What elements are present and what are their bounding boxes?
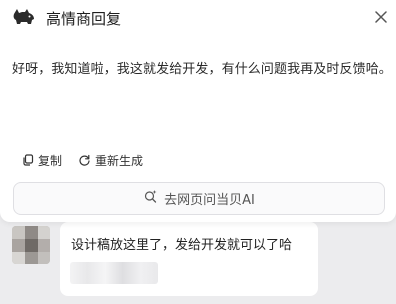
sparkle-search-icon bbox=[143, 189, 158, 208]
pig-logo-icon bbox=[12, 7, 36, 29]
screen: 设计稿放这里了，发给开发就可以了哈 高情商回复 好呀，我知道啦，我这就发给开发，… bbox=[0, 0, 396, 304]
copy-label: 复制 bbox=[38, 153, 63, 168]
panel-header: 高情商回复 bbox=[0, 0, 396, 36]
close-icon[interactable] bbox=[370, 6, 392, 28]
blurred-content bbox=[70, 262, 158, 284]
avatar[interactable] bbox=[12, 226, 50, 264]
copy-button[interactable]: 复制 bbox=[22, 151, 62, 169]
ask-ai-label: 去网页问当贝AI bbox=[164, 193, 255, 208]
ask-ai-button[interactable]: 去网页问当贝AI bbox=[13, 182, 385, 215]
chat-message-text: 设计稿放这里了，发给开发就可以了哈 bbox=[71, 238, 293, 253]
copy-icon bbox=[22, 154, 34, 166]
action-bar: 复制 重新生成 bbox=[22, 151, 143, 169]
reply-panel: 高情商回复 好呀，我知道啦，我这就发给开发，有什么问题我再及时反馈哈。 复制 重… bbox=[0, 0, 396, 222]
regenerate-button[interactable]: 重新生成 bbox=[78, 151, 143, 169]
chat-message-bubble[interactable]: 设计稿放这里了，发给开发就可以了哈 bbox=[60, 222, 318, 296]
regenerate-label: 重新生成 bbox=[95, 153, 144, 168]
reply-text: 好呀，我知道啦，我这就发给开发，有什么问题我再及时反馈哈。 bbox=[12, 62, 392, 77]
refresh-icon bbox=[78, 154, 91, 167]
panel-title: 高情商回复 bbox=[46, 10, 122, 28]
